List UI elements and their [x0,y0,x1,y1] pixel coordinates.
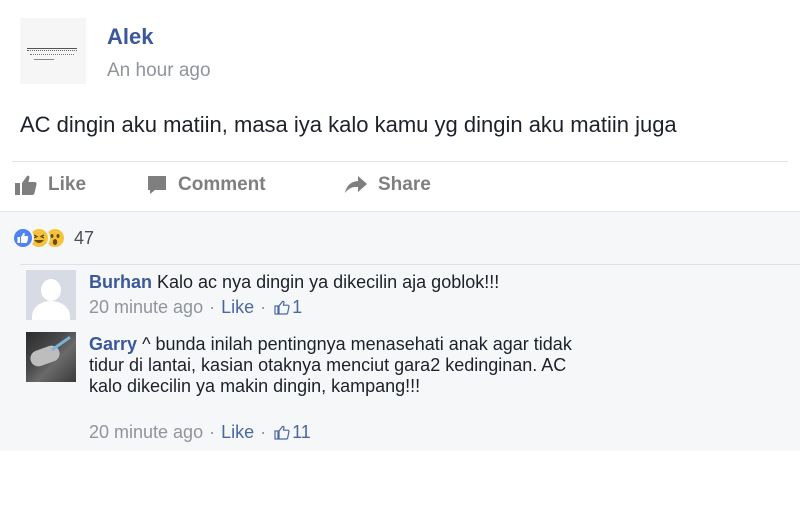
post-actions-bar: Like Comment Share [0,166,800,210]
divider [12,161,788,162]
thumbs-up-outline-icon [274,300,290,315]
comment-like-count[interactable]: 11 [274,422,311,443]
thumbs-up-outline-icon [274,425,290,440]
comment-body: Burhan Kalo ac nya dingin ya dikecilin a… [89,272,609,293]
post-timestamp[interactable]: An hour ago [107,60,211,82]
commenter-avatar[interactable] [26,270,76,320]
like-button[interactable]: Like [14,174,86,196]
comment-time[interactable]: 20 minute ago [89,422,203,443]
like-reaction-icon [12,227,34,249]
comment-text: ^ bunda inilah pentingnya menasehati ana… [89,334,572,396]
reaction-count: 47 [74,227,95,248]
comments-section: 47 Burhan Kalo ac nya dingin ya dikecili… [0,211,800,451]
comment-icon [148,176,166,194]
comment-like-link[interactable]: Like [221,422,254,443]
comment-body: Garry ^ bunda inilah pentingnya menaseha… [89,334,589,397]
commenter-avatar[interactable] [26,332,76,382]
author-avatar[interactable] [20,18,86,84]
share-arrow-icon [345,176,367,193]
comment-meta: 20 minute ago · Like · 11 [89,422,311,443]
post-text: AC dingin aku matiin, masa iya kalo kamu… [20,112,677,137]
comment-meta: 20 minute ago · Like · 1 [89,297,303,318]
comment-button-label: Comment [178,174,266,195]
comment-like-count[interactable]: 1 [274,297,302,318]
author-name[interactable]: Alek [107,24,153,50]
thumbs-up-icon [15,175,37,195]
comment-text: Kalo ac nya dingin ya dikecilin aja gobl… [157,272,500,292]
commenter-name[interactable]: Garry [89,334,137,354]
like-button-label: Like [48,174,87,195]
divider [20,264,800,265]
share-button-label: Share [378,174,431,195]
reactions-summary[interactable]: 47 [12,226,94,250]
commenter-name[interactable]: Burhan [89,272,152,292]
comment-like-link[interactable]: Like [221,297,254,318]
post-header: Alek An hour ago [0,0,800,100]
share-button[interactable]: Share [344,174,431,196]
comment-button[interactable]: Comment [146,174,266,196]
comment-time[interactable]: 20 minute ago [89,297,203,318]
